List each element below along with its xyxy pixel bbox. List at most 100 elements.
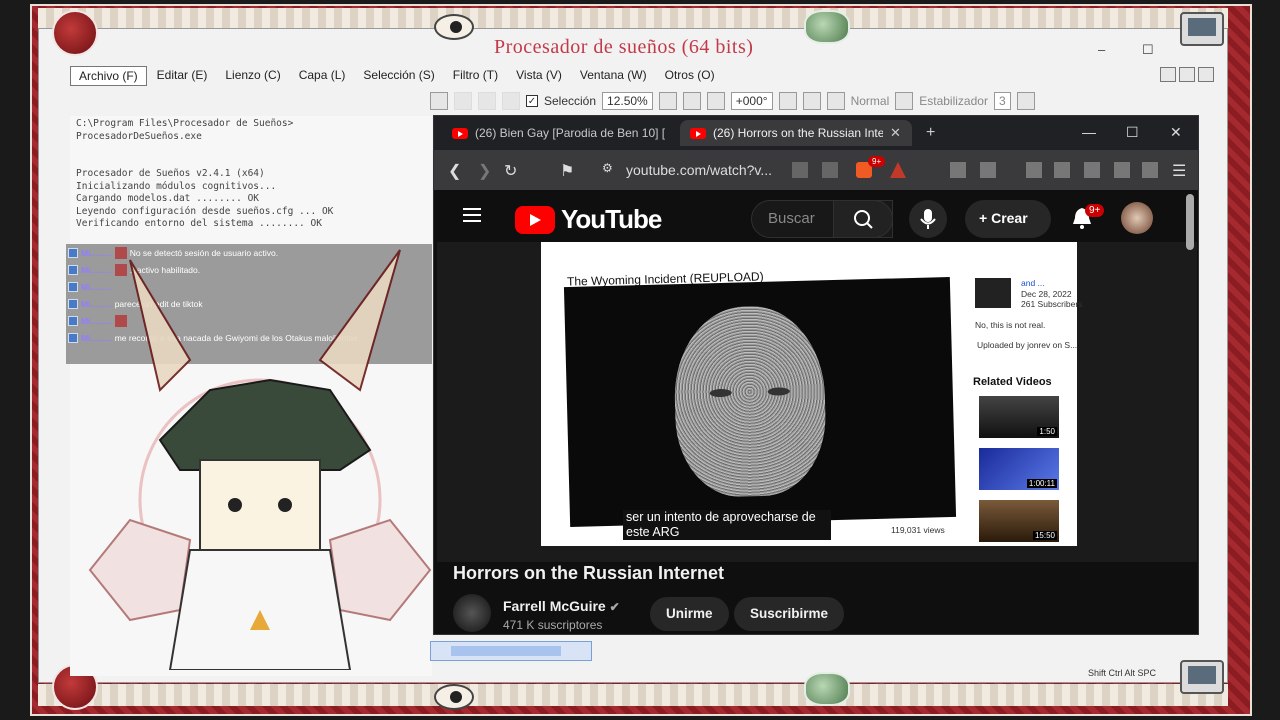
reader-icon[interactable] [980,162,996,178]
mdi-restore-button[interactable] [1179,67,1195,82]
browser-maximize-button[interactable]: ☐ [1126,124,1139,141]
gem-ornament-icon [804,672,850,706]
blank-tool-icon[interactable] [502,92,520,110]
blend-mode[interactable]: Normal [851,94,890,108]
zoom-fit-icon[interactable] [682,92,701,110]
menu-icon[interactable]: ☰ [1172,161,1186,181]
youtube-favicon-icon [452,127,468,139]
blend-icon[interactable] [895,92,914,110]
related-thumb: 15:50 [979,500,1059,542]
chat-overlay: Mi......... No se detectó sesión de usua… [66,244,432,364]
zoom-out-icon[interactable] [658,92,677,110]
back-icon[interactable]: ❮ [448,161,461,181]
eye-ornament-icon [434,684,474,710]
menu-selection[interactable]: Selección (S) [355,66,442,86]
subscribe-button[interactable]: Suscribirme [734,597,845,631]
leo-icon[interactable] [1114,162,1130,178]
chat-message: Mi......... parece un edit de tiktok [66,295,432,312]
media-icon[interactable] [1026,162,1042,178]
menu-file[interactable]: Archivo (F) [70,66,147,86]
console-line: C:\Program Files\Procesador de Sueños> [76,118,294,129]
chat-text: parece un edit de tiktok [114,298,203,309]
new-tab-icon[interactable]: + [926,124,935,142]
create-button[interactable]: + Crear [965,200,1051,238]
reload-icon[interactable]: ↻ [504,161,517,181]
youtube-logo-text[interactable]: YouTube [561,204,662,235]
youtube-logo-icon[interactable] [515,206,555,234]
related-duration: 15:50 [1032,531,1057,540]
menu-others[interactable]: Otros (O) [657,66,723,86]
wallet-icon[interactable] [1084,162,1100,178]
chat-username: Mi......... [81,264,112,275]
menu-edit[interactable]: Editar (E) [149,66,216,86]
youtube-header: YouTube Buscar + Crear 9+ [437,192,1197,242]
menu-window[interactable]: Ventana (W) [572,66,655,86]
browser-minimize-button[interactable]: ― [1082,124,1096,140]
search-icon [854,210,873,229]
minimize-button[interactable]: ‒ [1098,42,1105,57]
inner-desc: No, this is not real. [975,320,1046,330]
blank-tool-icon[interactable] [454,92,472,110]
rotation-field[interactable]: +000° [730,92,773,110]
sidebar-icon[interactable] [1054,162,1070,178]
inner-video-screen [563,276,957,528]
video-player[interactable]: The Wyoming Incident (REUPLOAD) and ... … [437,242,1197,562]
eye-ornament-icon [434,14,474,40]
menu-filter[interactable]: Filtro (T) [445,66,506,86]
cast-icon[interactable] [792,162,808,178]
forward-icon[interactable]: ❯ [478,161,491,181]
extensions-icon[interactable] [950,162,966,178]
maximize-button[interactable]: ☐ [1142,42,1154,58]
stabilizer-field[interactable]: 3 [993,92,1011,110]
stabilizer-dropdown-icon[interactable] [1016,92,1035,110]
chat-text: me recordó a esa nacada de Gwiyomi de lo… [114,332,358,343]
join-button[interactable]: Unirme [650,597,729,631]
browser-close-button[interactable]: ✕ [1170,124,1182,141]
menu-view[interactable]: Vista (V) [508,66,570,86]
console-line: Leyendo configuración desde sueños.cfg .… [76,205,334,217]
inner-channel-thumb [975,278,1011,308]
channel-avatar[interactable] [453,594,491,632]
rotate-left-icon[interactable] [778,92,797,110]
bookmark-icon[interactable]: ⚑ [560,161,574,181]
share-icon[interactable] [822,162,838,178]
video-title: Horrors on the Russian Internet [453,563,725,583]
chat-avatar [114,314,127,327]
related-duration: 1:00:11 [1026,479,1057,488]
tab-horrors[interactable]: (26) Horrors on the Russian Inter ✕ [680,120,912,146]
menu-layer[interactable]: Capa (L) [291,66,354,86]
blank-tool-icon[interactable] [478,92,496,110]
app-toolbar: ✓ Selección 12.50% +000° Normal Estabili… [430,90,1035,112]
selection-checkbox[interactable]: ✓ [526,95,538,107]
tab-label: (26) Bien Gay [Parodia de Ben 10] [Le [475,126,665,140]
hamburger-icon[interactable] [463,208,481,222]
rotate-reset-icon[interactable] [802,92,821,110]
console-line: Inicializando módulos cognitivos... [76,180,277,192]
rotate-right-icon[interactable] [826,92,845,110]
scrollbar[interactable] [1186,194,1194,250]
console-line: ProcesadorDeSueños.exe [76,130,202,142]
mdi-close-button[interactable] [1198,67,1214,82]
inner-subs: 261 Subscribers [1021,299,1083,309]
avatar[interactable] [1121,202,1153,234]
vpn-icon[interactable] [1142,162,1158,178]
eye-icon [767,387,790,396]
console-line: Procesador de Sueños v2.4.1 (x64) [76,168,265,179]
canvas-icon[interactable] [430,92,448,110]
site-settings-icon[interactable]: ⚙ [602,161,613,175]
tab-bien-gay[interactable]: (26) Bien Gay [Parodia de Ben 10] [Le [442,120,678,146]
search-button[interactable] [833,200,893,238]
voice-search-button[interactable] [909,200,947,238]
channel-name[interactable]: Farrell McGuire ✔ [503,598,620,614]
zoom-field[interactable]: 12.50% [602,92,653,110]
mdi-minimize-button[interactable] [1160,67,1176,82]
frame-top-strip [38,8,1228,28]
close-tab-icon[interactable]: ✕ [890,125,901,141]
menu-canvas[interactable]: Lienzo (C) [217,66,288,86]
progress-fill [451,646,561,656]
zoom-in-icon[interactable] [706,92,725,110]
badge-icon [68,264,78,275]
chat-avatar [114,263,127,276]
console-line: Verificando entorno del sistema ........… [76,218,322,229]
